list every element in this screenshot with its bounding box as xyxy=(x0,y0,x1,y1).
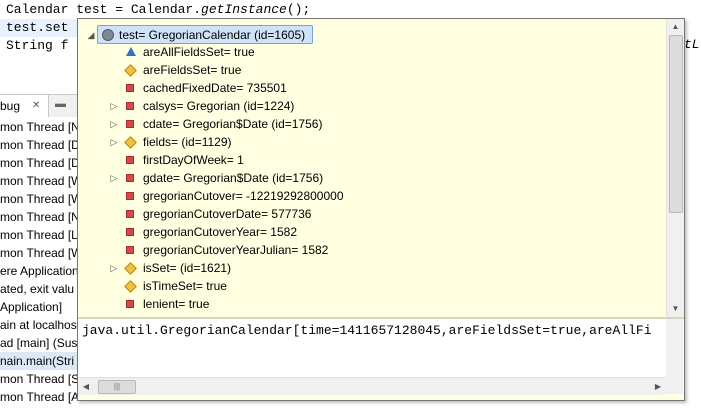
code-text: Calendar test = Calendar. xyxy=(6,2,202,17)
debug-thread-row[interactable]: nain.main(Stri xyxy=(0,352,80,370)
debug-thread-row[interactable]: mon Thread [W xyxy=(0,190,82,208)
close-icon[interactable]: ✕ xyxy=(32,95,40,117)
tree-field-row[interactable]: ▷ gdate= Gregorian$Date (id=1756) xyxy=(78,169,666,187)
protected-field-icon xyxy=(124,262,137,275)
private-field-icon xyxy=(126,120,134,128)
private-field-icon xyxy=(126,84,134,92)
protected-field-icon xyxy=(124,64,137,77)
tab-debug[interactable]: bug ✕ xyxy=(0,95,49,117)
variable-inspector-popup[interactable]: ◢ test= GregorianCalendar (id=1605) areA… xyxy=(77,18,685,401)
debug-thread-row[interactable]: mon Thread [D xyxy=(0,136,80,154)
debug-thread-list[interactable]: mon Thread [N mon Thread [D mon Thread [D m… xyxy=(0,117,82,413)
code-line-3[interactable]: String f xyxy=(6,37,68,55)
collapse-triangle-icon[interactable]: ◢ xyxy=(86,30,96,40)
tree-field-row[interactable]: ▷ calsys= Gregorian (id=1224) xyxy=(78,97,666,115)
debug-thread-row[interactable]: mon Thread [W xyxy=(0,244,82,262)
code-text: String f xyxy=(6,38,69,53)
tree-field-row[interactable]: firstDayOfWeek= 1 xyxy=(78,151,666,169)
code-method-italic: getInstance xyxy=(201,2,287,17)
tree-field-label: gregorianCutoverDate= 577736 xyxy=(143,207,312,221)
expand-triangle-icon[interactable]: ▷ xyxy=(109,101,119,111)
expand-triangle-icon[interactable]: ▷ xyxy=(109,137,119,147)
debug-thread-row[interactable]: mon Thread [N xyxy=(0,208,80,226)
tree-field-label: gdate= Gregorian$Date (id=1756) xyxy=(143,171,324,185)
horizontal-scroll-thumb[interactable]: ||| xyxy=(98,380,136,394)
tree-field-label: isSet= (id=1621) xyxy=(143,261,232,275)
code-line-2[interactable]: test.set xyxy=(6,19,68,37)
debug-thread-row[interactable]: ated, exit valu xyxy=(0,280,74,298)
scroll-left-arrow-icon[interactable]: ◀ xyxy=(78,378,94,395)
debug-thread-row[interactable]: ain at localhos xyxy=(0,316,77,334)
private-field-icon xyxy=(126,174,134,182)
detail-vertical-scrollbar[interactable] xyxy=(666,319,683,377)
public-field-icon xyxy=(126,47,136,56)
object-icon xyxy=(102,29,114,41)
tree-field-label: firstDayOfWeek= 1 xyxy=(143,153,244,167)
private-field-icon xyxy=(126,192,134,200)
debug-thread-row[interactable]: mon Thread [A xyxy=(0,388,79,406)
scrollbar-corner xyxy=(666,377,683,394)
debug-thread-row[interactable]: ere Application xyxy=(0,262,79,280)
debug-thread-row[interactable]: mon Thread [S xyxy=(0,370,79,388)
tree-field-label: areAllFieldsSet= true xyxy=(143,45,255,59)
protected-field-icon xyxy=(124,280,137,293)
debug-thread-row[interactable]: ad [main] (Sus xyxy=(0,334,77,352)
scroll-down-arrow-icon[interactable]: ▼ xyxy=(667,301,684,317)
tree-field-label: isTimeSet= true xyxy=(143,279,227,293)
tree-field-label: gregorianCutoverYear= 1582 xyxy=(143,225,298,239)
tree-field-label: fields= (id=1129) xyxy=(143,135,232,149)
tree-field-row[interactable]: lenient= true xyxy=(78,295,666,313)
tree-field-label: lenient= true xyxy=(143,297,210,311)
scroll-right-arrow-icon[interactable]: ▶ xyxy=(650,378,666,395)
tree-field-row[interactable]: isTimeSet= true xyxy=(78,277,666,295)
tree-field-label: areFieldsSet= true xyxy=(143,63,242,77)
code-text: (); xyxy=(286,2,311,17)
tree-field-row[interactable]: ▷ isSet= (id=1621) xyxy=(78,259,666,277)
tree-field-row[interactable]: ▷ cdate= Gregorian$Date (id=1756) xyxy=(78,115,666,133)
private-field-icon xyxy=(126,102,134,110)
tab-debug-label: bug xyxy=(0,99,21,113)
tree-field-label: cdate= Gregorian$Date (id=1756) xyxy=(143,117,323,131)
expand-triangle-icon[interactable]: ▷ xyxy=(109,263,119,273)
debug-thread-row[interactable]: Application] xyxy=(0,298,62,316)
vertical-scroll-thumb[interactable] xyxy=(669,35,683,213)
tree-field-label: calsys= Gregorian (id=1224) xyxy=(143,99,295,113)
debug-thread-row[interactable]: mon Thread [D xyxy=(0,154,80,172)
scroll-up-arrow-icon[interactable]: ▲ xyxy=(667,19,684,35)
tree-field-row[interactable]: areAllFieldsSet= true xyxy=(78,43,666,61)
detail-pane[interactable]: java.util.GregorianCalendar[time=1411657… xyxy=(78,319,666,377)
vertical-scrollbar[interactable]: ▲ ▼ xyxy=(666,19,684,317)
tree-field-label: gregorianCutoverYearJulian= 1582 xyxy=(143,243,329,257)
private-field-icon xyxy=(126,228,134,236)
tree-field-row[interactable]: areFieldsSet= true xyxy=(78,61,666,79)
tree-field-row[interactable]: gregorianCutoverDate= 577736 xyxy=(78,205,666,223)
minimize-icon[interactable]: ▬ xyxy=(55,98,69,110)
tree-field-row[interactable]: ▷ fields= (id=1129) xyxy=(78,133,666,151)
tree-field-row[interactable]: gregorianCutoverYear= 1582 xyxy=(78,223,666,241)
code-overflow-text: tL xyxy=(684,37,700,52)
debug-view-tabbar: bug ✕ ▬ xyxy=(0,94,80,118)
code-text: test.set xyxy=(6,20,69,35)
variable-tree[interactable]: ◢ test= GregorianCalendar (id=1605) areA… xyxy=(78,19,666,317)
tree-field-label: cachedFixedDate= 735501 xyxy=(143,81,287,95)
private-field-icon xyxy=(126,246,134,254)
protected-field-icon xyxy=(124,136,137,149)
debug-thread-row[interactable]: mon Thread [W xyxy=(0,172,82,190)
debug-thread-row[interactable]: mon Thread [L xyxy=(0,226,78,244)
tree-root-label: test= GregorianCalendar (id=1605) xyxy=(119,28,306,42)
debug-thread-row[interactable]: mon Thread [N xyxy=(0,118,80,136)
private-field-icon xyxy=(126,210,134,218)
expand-triangle-icon[interactable]: ▷ xyxy=(109,173,119,183)
tree-field-row[interactable]: gregorianCutover= -12219292800000 xyxy=(78,187,666,205)
code-line-1[interactable]: Calendar test = Calendar.getInstance(); xyxy=(6,1,310,19)
tree-field-label: gregorianCutover= -12219292800000 xyxy=(143,189,344,203)
private-field-icon xyxy=(126,156,134,164)
tree-field-row[interactable]: cachedFixedDate= 735501 xyxy=(78,79,666,97)
expand-triangle-icon[interactable]: ▷ xyxy=(109,119,119,129)
detail-text[interactable]: java.util.GregorianCalendar[time=1411657… xyxy=(82,323,652,338)
tree-root-test[interactable]: ◢ test= GregorianCalendar (id=1605) xyxy=(88,25,313,44)
private-field-icon xyxy=(126,300,134,308)
tree-field-row[interactable]: gregorianCutoverYearJulian= 1582 xyxy=(78,241,666,259)
horizontal-scrollbar[interactable]: ◀ ||| ▶ xyxy=(78,377,666,395)
